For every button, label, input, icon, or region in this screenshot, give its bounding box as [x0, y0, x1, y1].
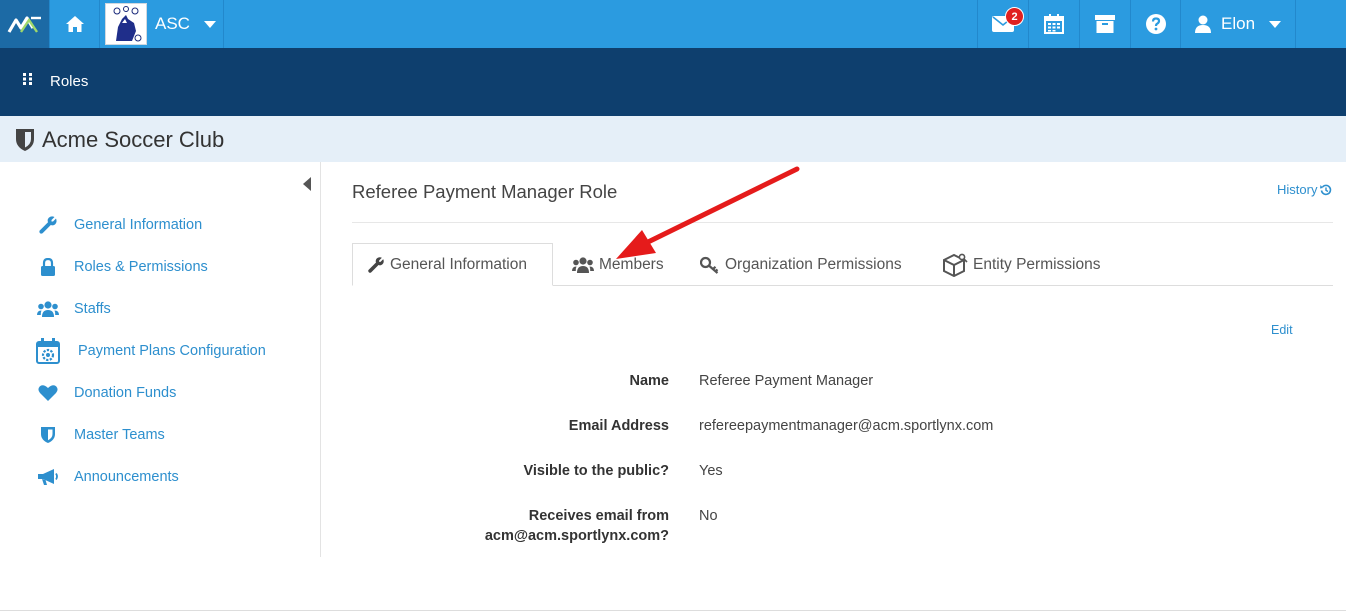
grid-dots-icon[interactable]	[23, 73, 33, 85]
org-header: Acme Soccer Club	[0, 116, 1346, 162]
field-label-visible: Visible to the public?	[523, 463, 669, 479]
tab-label: General Information	[390, 255, 527, 273]
sidebar-item-label: Donation Funds	[74, 385, 177, 401]
tab-label: Organization Permissions	[725, 255, 902, 273]
calendar-button[interactable]	[1029, 0, 1080, 48]
sidebar-item-donation-funds[interactable]: Donation Funds	[36, 381, 176, 405]
sidebar-item-roles-permissions[interactable]: Roles & Permissions	[36, 255, 208, 279]
tab-organization-permissions[interactable]: Organization Permissions	[686, 243, 916, 286]
sportlynx-logo-icon	[7, 16, 41, 33]
user-name: Elon	[1221, 14, 1256, 33]
shield-icon	[36, 423, 60, 447]
club-switcher[interactable]: ASC	[100, 0, 224, 48]
archive-icon	[1095, 15, 1115, 33]
user-menu[interactable]: Elon	[1181, 0, 1296, 48]
sidebar-item-label: General Information	[74, 217, 203, 233]
tab-entity-permissions[interactable]: Entity Permissions	[928, 243, 1114, 286]
unread-count-badge: 2	[1005, 7, 1024, 26]
home-button[interactable]	[50, 0, 100, 48]
cube-key-icon	[943, 253, 968, 277]
history-icon	[1320, 184, 1332, 195]
calendar-icon	[1044, 14, 1064, 34]
sidebar-item-general-information[interactable]: General Information	[36, 213, 202, 237]
chevron-down-icon	[1269, 20, 1282, 28]
messages-button[interactable]: 2	[977, 0, 1029, 48]
calendar-gear-icon	[36, 338, 60, 364]
sidebar-item-label: Announcements	[74, 469, 179, 485]
divider	[352, 222, 1333, 223]
edit-link[interactable]: Edit	[1271, 323, 1293, 337]
field-label-receives-email: Receives email from acm@acm.sportlynx.co…	[484, 508, 669, 544]
sidebar-item-label: Master Teams	[74, 427, 165, 443]
lock-icon	[36, 255, 60, 279]
sidebar-item-label: Roles & Permissions	[74, 259, 208, 275]
wolf-crest-icon	[113, 6, 142, 42]
top-navbar: ASC 2 Elon	[0, 0, 1346, 48]
tab-members[interactable]: Members	[558, 243, 678, 286]
field-value-receives-email: No	[699, 508, 718, 524]
section-header: Roles	[0, 48, 1346, 116]
field-value-name: Referee Payment Manager	[699, 373, 874, 389]
sidebar-item-label: Staffs	[74, 301, 111, 317]
history-link[interactable]: History	[1277, 182, 1332, 197]
wrench-icon	[368, 256, 384, 273]
key-icon	[700, 256, 719, 274]
role-title: Referee Payment Manager Role	[352, 181, 618, 202]
sidebar-item-payment-plans-configuration[interactable]: Payment Plans Configuration	[36, 338, 266, 364]
heart-icon	[36, 381, 60, 405]
app-logo[interactable]	[0, 0, 50, 48]
footer-divider	[0, 610, 1346, 611]
wrench-icon	[36, 213, 60, 237]
home-icon	[65, 16, 84, 32]
sidebar-item-master-teams[interactable]: Master Teams	[36, 423, 165, 447]
field-value-email: refereepaymentmanager@acm.sportlynx.com	[699, 418, 994, 434]
field-label-email: Email Address	[568, 418, 669, 434]
club-logo	[105, 3, 147, 45]
question-circle-icon	[1145, 14, 1166, 34]
breadcrumb[interactable]: Roles	[50, 73, 88, 90]
chevron-down-icon	[203, 20, 216, 28]
sidebar: General Information Roles & Permissions …	[0, 162, 321, 557]
club-abbr: ASC	[155, 14, 190, 33]
help-button[interactable]	[1131, 0, 1181, 48]
sidebar-item-label: Payment Plans Configuration	[78, 343, 266, 359]
tab-label: Entity Permissions	[973, 255, 1101, 273]
page-title: Acme Soccer Club	[42, 127, 225, 152]
shield-icon	[16, 129, 34, 151]
tab-general-information[interactable]: General Information	[352, 243, 553, 286]
collapse-sidebar-icon[interactable]	[303, 177, 311, 191]
archive-button[interactable]	[1080, 0, 1131, 48]
sidebar-item-staffs[interactable]: Staffs	[36, 297, 111, 321]
sidebar-item-announcements[interactable]: Announcements	[36, 465, 179, 489]
user-icon	[1195, 15, 1211, 33]
tab-label: Members	[599, 255, 664, 273]
field-label-name: Name	[629, 373, 670, 389]
history-label: History	[1277, 182, 1318, 197]
field-value-visible: Yes	[699, 463, 723, 479]
megaphone-icon	[36, 465, 60, 489]
users-icon	[36, 297, 60, 321]
users-icon	[572, 256, 594, 273]
